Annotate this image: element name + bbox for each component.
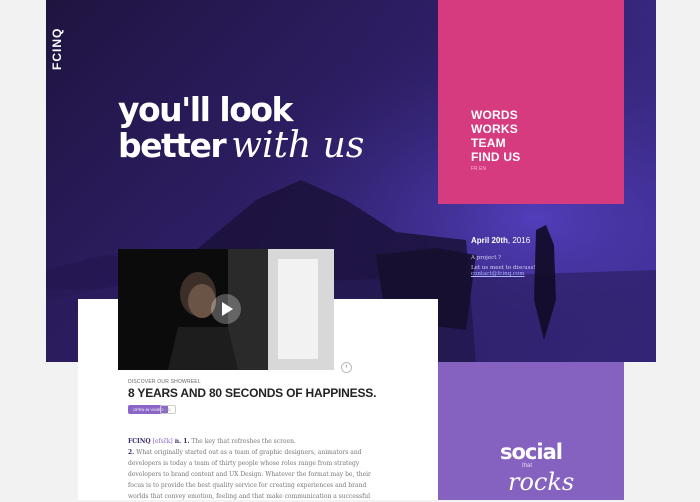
social-section: social that rocks <box>438 362 624 500</box>
brand-logo[interactable]: FCINQ <box>50 10 64 70</box>
headline-script: with us <box>231 125 365 166</box>
social-word: social <box>500 440 563 464</box>
showreel-title: 8 YEARS AND 80 SECONDS OF HAPPINESS. <box>128 386 377 400</box>
language-switcher[interactable]: FR EN <box>471 166 486 172</box>
date-label: April 20th, 2016 <box>471 236 531 245</box>
main-menu: WORDS WORKS TEAM FIND US FR EN <box>438 0 624 204</box>
showreel-eyebrow: DISCOVER OUR SHOWREEL <box>128 379 201 385</box>
menu-item-works[interactable]: WORKS <box>471 122 518 136</box>
menu-item-team[interactable]: TEAM <box>471 136 506 150</box>
contact-email-link[interactable]: contact@fcinq.com <box>471 271 536 277</box>
play-icon[interactable] <box>211 294 241 324</box>
intro-text: FCINQ [efsɛ̃k] n. 1. The key that refres… <box>128 438 371 500</box>
headline-line-1: you'll look <box>118 90 294 129</box>
headline-line-2: better with us <box>118 128 364 164</box>
headline-bold: better <box>118 126 227 165</box>
hd-badge[interactable]: HD <box>160 405 176 414</box>
social-rocks: rocks <box>508 468 575 496</box>
menu-item-words[interactable]: WORDS <box>471 108 518 122</box>
hero-headline: you'll look better with us <box>118 92 364 164</box>
menu-item-find-us[interactable]: FIND US <box>471 150 520 164</box>
hero-meta: April 20th, 2016 A project ? Let us meet… <box>471 236 536 277</box>
showreel-video[interactable] <box>118 249 334 370</box>
chevron-left-icon[interactable]: ‹ <box>341 362 352 373</box>
project-question: A project ? <box>471 255 502 261</box>
